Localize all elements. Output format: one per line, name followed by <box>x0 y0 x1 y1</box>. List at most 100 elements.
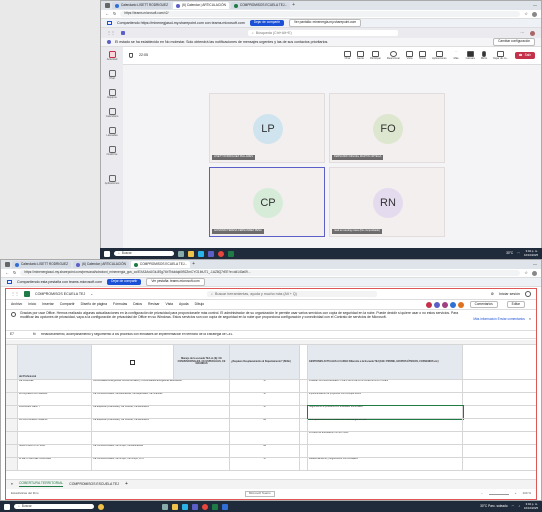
table-cell[interactable] <box>18 432 92 445</box>
close-icon[interactable]: × <box>529 317 531 321</box>
checkbox-cell[interactable] <box>92 345 174 380</box>
table-cell[interactable]: Si <box>230 393 300 406</box>
table-cell[interactable] <box>463 432 536 445</box>
zoom-in-icon[interactable]: + <box>515 491 517 495</box>
table-cell[interactable]: No <box>230 445 300 458</box>
table-cell[interactable] <box>463 380 536 393</box>
participant-tile[interactable]: FO FERNANDO MIGUEL MARTIN ORTEGA <box>329 93 445 163</box>
edit-button[interactable]: Editar <box>506 300 525 309</box>
table-cell[interactable] <box>463 406 536 419</box>
table-cell[interactable]: CE Especial (Diversidad), CE Grande, CE … <box>92 419 230 432</box>
sidebar-item-apps[interactable]: Aplicaciones <box>101 174 123 186</box>
table-cell[interactable]: DE RAMÍREZ <box>18 380 92 393</box>
table-cell[interactable] <box>300 419 308 432</box>
table-cell[interactable]: PDEME: ACOMPAÑAMIENTO DE PNCID DE LOS DI… <box>308 380 463 393</box>
header-cell[interactable]: Manejo de la escuela TEJ en (Ej: CE CONV… <box>174 345 230 380</box>
browser-tab[interactable]: Calendario LISETT RODRIGUEZ <box>112 2 172 9</box>
table-cell[interactable] <box>300 406 308 419</box>
notes-button[interactable]: Notas <box>419 50 427 61</box>
signin-link[interactable]: Iniciar sesión <box>499 292 520 296</box>
reload-icon[interactable]: ↻ <box>113 11 116 17</box>
table-cell[interactable] <box>308 445 463 458</box>
browser-tab[interactable]: COMPROMISOS ECUELA TEJ... <box>230 2 291 9</box>
stop-sharing-tool-button[interactable]: Dejar de co... <box>493 50 509 61</box>
sheet-list-icon[interactable]: ≡ <box>11 482 13 487</box>
table-cell[interactable]: CE Especial (Diversidad), CE Grande, CE … <box>92 406 230 419</box>
menu-item[interactable]: Inicio <box>28 302 36 307</box>
add-sheet-button[interactable]: + <box>125 481 128 488</box>
clock[interactable]: 3:02 p. m. 16/10/2025 <box>524 503 538 510</box>
teams-search-input[interactable]: ⌕ Búsqueda (Ctrl+Alt+E) <box>247 30 398 36</box>
apps-button[interactable]: Aplicaciones <box>432 50 447 61</box>
table-cell[interactable]: Si <box>230 380 300 393</box>
zoom-level[interactable]: 100 % <box>523 491 532 495</box>
menu-item[interactable]: Archivo <box>11 302 22 307</box>
zoom-out-icon[interactable]: − <box>481 491 483 495</box>
table-cell[interactable]: Si <box>230 458 300 471</box>
weather[interactable]: 30°C <box>506 251 513 256</box>
blank-cell[interactable] <box>463 345 536 380</box>
sidebar-item-onedrive[interactable]: OneDrive <box>101 145 123 157</box>
menu-item[interactable]: Datos <box>133 302 142 307</box>
wifi-icon[interactable]: ◠ <box>517 251 520 256</box>
view-button[interactable]: Vista <box>406 50 414 61</box>
volume-icon[interactable]: ♪ <box>518 504 520 509</box>
profile-avatar[interactable] <box>532 270 537 276</box>
more-button[interactable]: ··· Más <box>453 50 460 61</box>
table-cell[interactable] <box>463 445 536 458</box>
table-cell[interactable]: MOSQUERA GUTIERREZ <box>18 393 92 406</box>
menu-item[interactable]: Dibujo <box>195 302 205 307</box>
menu-item[interactable]: Ayuda <box>179 302 189 307</box>
blank-cell[interactable] <box>300 345 308 380</box>
table-cell[interactable] <box>463 393 536 406</box>
selected-cell[interactable]: Seguimiento a procesos con entidades ter… <box>307 405 464 420</box>
menu-item[interactable]: Fórmulas <box>113 302 127 307</box>
sidebar-item-activity[interactable]: Actividad <box>101 51 123 62</box>
back-icon[interactable]: ← <box>5 270 9 276</box>
zoom-slider[interactable] <box>488 493 509 495</box>
excel-search-input[interactable]: ⌕ Buscar herramientas, ayuda y mucho más … <box>207 291 378 297</box>
files-icon[interactable] <box>172 503 178 510</box>
table-cell[interactable] <box>300 432 308 445</box>
table-cell[interactable] <box>300 393 308 406</box>
menu-item[interactable]: Insertar <box>42 302 54 307</box>
spreadsheet-grid[interactable]: del Profesional Manejo de la escuela TEJ… <box>6 340 536 478</box>
star-icon[interactable]: ☆ <box>524 11 528 17</box>
new-tab-button[interactable]: + <box>292 2 295 9</box>
excel-taskbar-icon[interactable] <box>228 250 234 257</box>
table-cell[interactable]: PALLARES GENTY <box>18 406 92 419</box>
participant-tile[interactable]: RN read.ai meeting notes (No comprobado) <box>329 167 445 237</box>
camera-button[interactable]: Cámara <box>466 50 475 61</box>
settings-icon[interactable]: ⚙ <box>491 292 494 296</box>
edge-icon[interactable] <box>182 503 188 510</box>
browser-tab[interactable]: (6) Calendar | ARTICULACIÓN <box>73 261 129 268</box>
table-cell[interactable]: Proceso de articulación con el PNUD <box>308 432 463 445</box>
taskview-icon[interactable] <box>178 250 184 257</box>
wifi-icon[interactable]: ◠ <box>512 504 515 509</box>
user-avatar[interactable] <box>530 30 535 36</box>
app-grid-icon[interactable]: ⋮⋮ <box>107 30 115 36</box>
outlook-taskbar-icon[interactable] <box>222 503 228 510</box>
stop-sharing-button[interactable]: Dejar de compartir <box>107 279 142 285</box>
excel-taskbar-icon[interactable] <box>212 503 218 510</box>
minimize-icon[interactable]: — <box>533 3 537 8</box>
windows-start-icon[interactable] <box>104 250 110 257</box>
chevron-down-icon[interactable]: ⌄ <box>90 292 93 296</box>
sheet-tab[interactable]: COBERTURA TERRITORIAL <box>18 481 64 487</box>
more-options-icon[interactable]: ··· <box>520 31 524 35</box>
chat-button[interactable]: Chat <box>343 50 351 61</box>
sheet-tab[interactable]: COMPROMISOS ESCUELA TEJ <box>69 482 119 487</box>
stop-sharing-button[interactable]: Dejar de compartir <box>249 20 284 26</box>
url-field[interactable]: https://minenergiasol-my.sharepoint.com/… <box>20 270 521 276</box>
menu-item[interactable]: Vista <box>166 302 173 307</box>
table-cell[interactable]: SALAS MARTO BYRNE <box>18 445 92 458</box>
taskbar-search[interactable]: ⌕ Buscar <box>14 503 94 510</box>
reload-icon[interactable]: ↻ <box>13 270 16 276</box>
files-icon[interactable] <box>188 250 194 257</box>
menu-item[interactable]: Compartir <box>60 302 75 307</box>
widgets-icon[interactable] <box>98 503 104 510</box>
workbook-stats[interactable]: Estadísticas del libro <box>11 491 39 495</box>
react-button[interactable]: Reaccionar <box>387 50 400 61</box>
table-cell[interactable]: CE Convencionales, CE Educativas, CE Esp… <box>92 393 230 406</box>
edge-icon[interactable] <box>198 250 204 257</box>
